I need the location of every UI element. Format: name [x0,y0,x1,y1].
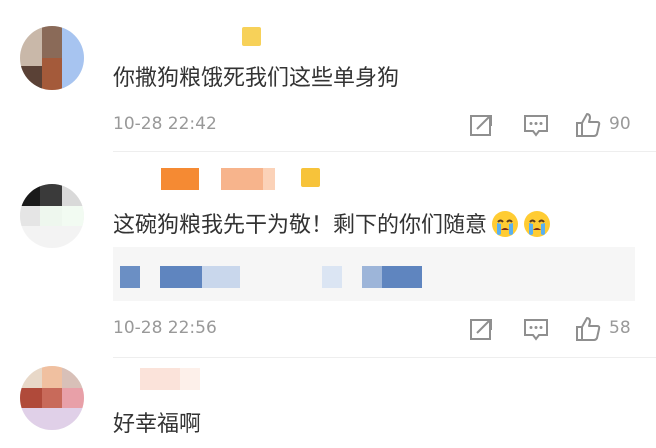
comment-item-2: 这碗狗粮我先干为敬！剩下的你们随意 10-28 22:56 58 [0,152,656,358]
reply-blurred-text [322,266,342,288]
comment-icon[interactable] [522,111,550,139]
avatar[interactable] [20,26,84,90]
reply-preview[interactable] [113,247,635,301]
avatar[interactable] [20,366,84,430]
like-icon[interactable] [574,315,602,343]
comment-text: 这碗狗粮我先干为敬！剩下的你们随意 [113,210,551,241]
avatar[interactable] [20,184,84,248]
comment-item-1: 你撒狗粮饿死我们这些单身狗 10-28 22:42 90 [0,0,656,152]
like-count: 90 [609,114,631,134]
reply-blurred-text [160,266,202,288]
crying-face-icon [524,211,551,237]
comment-text-content: 这碗狗粮我先干为敬！剩下的你们随意 [113,213,488,238]
crying-face-icon [492,211,519,237]
comment-time: 10-28 22:42 [113,114,217,134]
comment-text: 你撒狗粮饿死我们这些单身狗 [113,66,400,91]
comment-text: 好幸福啊 [113,412,202,437]
share-icon[interactable] [467,111,495,139]
reply-blurred-text [382,266,422,288]
comment-icon[interactable] [522,315,550,343]
reply-blurred-text [202,266,240,288]
like-icon[interactable] [574,111,602,139]
share-icon[interactable] [467,315,495,343]
username-blurred[interactable] [161,168,301,190]
user-badge-icon [301,168,320,187]
like-count: 58 [609,318,631,338]
username-blurred[interactable] [140,368,220,390]
reply-blurred-text [362,266,382,288]
user-badge-icon [242,27,261,46]
comment-item-3: 好幸福啊 [0,358,656,448]
reply-blurred-text [120,266,140,288]
comment-time: 10-28 22:56 [113,318,217,338]
